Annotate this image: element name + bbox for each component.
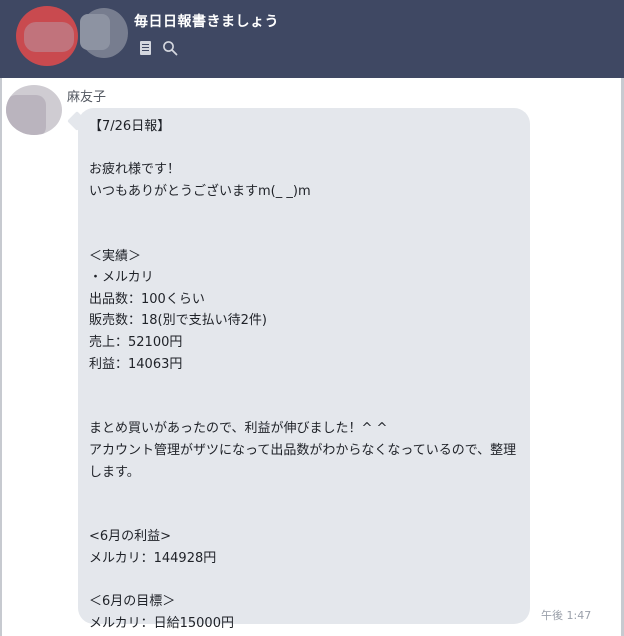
sender-avatar[interactable] [6, 85, 62, 135]
chat-header: 毎日日報書きましょう [0, 0, 624, 78]
note-icon[interactable] [140, 41, 151, 55]
search-icon[interactable] [162, 40, 178, 56]
member-avatar[interactable] [80, 8, 128, 58]
window-left-border [0, 0, 2, 636]
message-timestamp: 午後 1:47 [541, 609, 592, 622]
chat-title: 毎日日報書きましょう [134, 14, 279, 30]
message-text: 【7/26日報】 お疲れ様です！ いつもありがとうございますm(_ _)m ＜実… [89, 119, 517, 631]
group-avatar[interactable] [16, 6, 78, 66]
sender-name: 麻友子 [67, 90, 107, 105]
